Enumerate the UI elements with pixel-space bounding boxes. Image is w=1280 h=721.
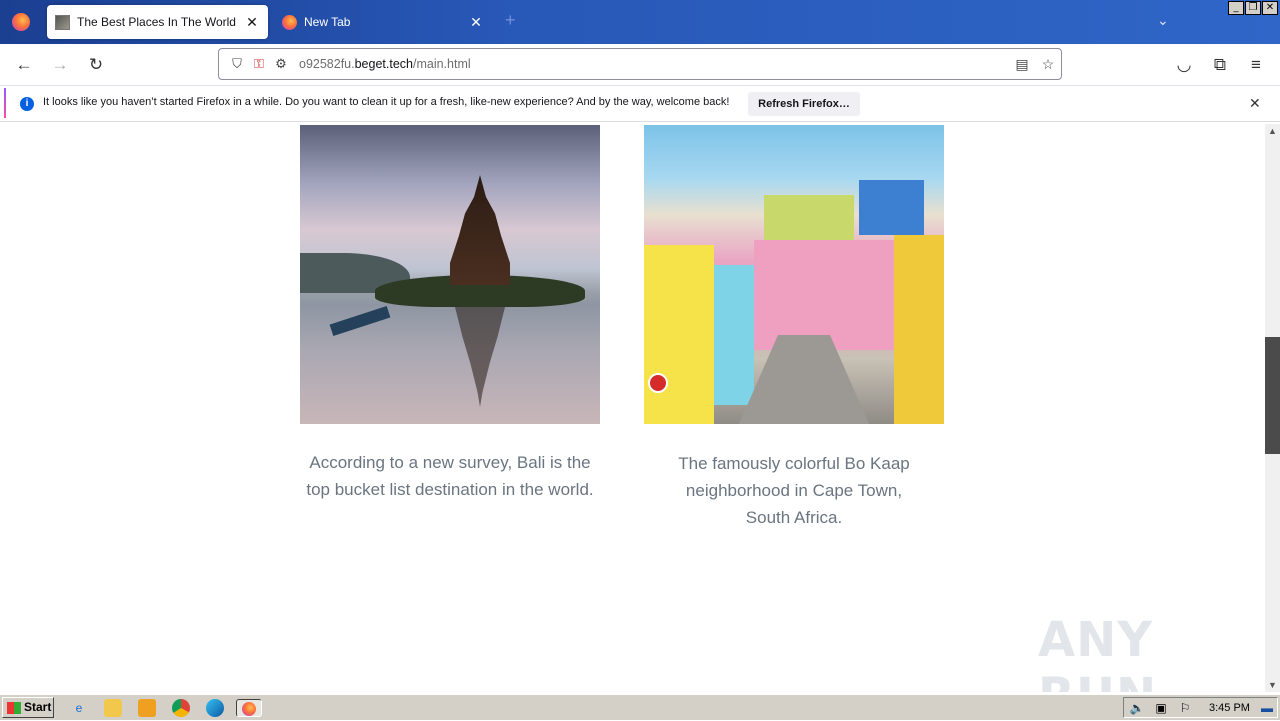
url-bar[interactable]: ⛉ ⚿ ⚙ o92582fu.beget.tech/main.html ▤ ☆ — [218, 48, 1062, 80]
internet-explorer-icon[interactable]: e — [70, 699, 88, 717]
start-button[interactable]: Start — [2, 697, 54, 718]
minimize-button[interactable]: _ — [1228, 1, 1244, 15]
building-shape — [644, 245, 714, 424]
close-window-button[interactable]: ✕ — [1262, 1, 1278, 15]
tab-title: New Tab — [304, 15, 351, 29]
url-domain: beget.tech — [354, 57, 413, 71]
page-scrollbar[interactable]: ▲ ▼ — [1265, 124, 1280, 692]
insecure-lock-icon[interactable]: ⚿ — [249, 54, 269, 74]
windows-flag-icon — [7, 701, 21, 714]
url-path: /main.html — [413, 57, 471, 71]
tab-new-tab[interactable]: New Tab ✕ — [274, 5, 492, 39]
boat-shape — [329, 306, 391, 336]
building-shape — [714, 265, 754, 405]
tracking-protection-shield-icon[interactable]: ⛉ — [227, 54, 247, 74]
new-tab-plus-icon[interactable]: + — [505, 10, 516, 31]
network-icon[interactable]: ▣ — [1152, 699, 1170, 717]
restore-button[interactable]: ❐ — [1245, 1, 1261, 15]
building-shape — [894, 235, 944, 424]
info-icon: i — [20, 97, 34, 111]
close-notification-icon[interactable]: ✕ — [1249, 95, 1261, 112]
stop-sign-shape — [648, 373, 668, 393]
list-all-tabs-icon[interactable]: ⌄ — [1157, 12, 1169, 29]
clock: 3:45 PM — [1209, 702, 1250, 714]
bali-temple-image — [300, 125, 600, 424]
firefox-icon — [242, 702, 256, 716]
close-tab-icon[interactable]: ✕ — [468, 14, 484, 31]
bookmark-star-icon[interactable]: ☆ — [1035, 56, 1061, 73]
destination-card-bokaap: The famously colorful Bo Kaap neighborho… — [644, 125, 944, 531]
notification-accent — [4, 88, 6, 118]
pagoda-shape — [450, 175, 510, 285]
site-favicon-icon — [55, 14, 70, 30]
scrollbar-thumb[interactable] — [1265, 337, 1280, 454]
bo-kaap-street-image — [644, 125, 944, 424]
reload-button[interactable]: ↻ — [84, 54, 108, 76]
scroll-down-icon[interactable]: ▼ — [1268, 680, 1277, 690]
navigation-toolbar: ← → ↻ ⛉ ⚿ ⚙ o92582fu.beget.tech/main.htm… — [0, 44, 1280, 86]
refresh-notification-bar: i It looks like you haven’t started Fire… — [0, 86, 1280, 122]
system-tray: 🔈 ▣ ⚐ ▬ — [1123, 697, 1278, 718]
url-text[interactable]: o92582fu.beget.tech/main.html — [299, 57, 1009, 71]
title-bar: The Best Places In The World ✕ New Tab ✕… — [0, 0, 1280, 44]
firefox-view-button[interactable] — [0, 0, 42, 44]
pocket-icon[interactable]: ◡ — [1172, 54, 1196, 76]
bokaap-caption: The famously colorful Bo Kaap neighborho… — [678, 454, 910, 527]
scroll-up-icon[interactable]: ▲ — [1268, 126, 1277, 136]
building-shape — [754, 240, 894, 350]
forward-button[interactable]: → — [48, 54, 72, 76]
media-player-icon[interactable] — [138, 699, 156, 717]
firefox-taskbar-button[interactable] — [236, 699, 262, 717]
firefox-favicon-icon — [282, 14, 297, 30]
destination-card-bali: According to a new survey, Bali is the t… — [300, 125, 600, 503]
back-button[interactable]: ← — [12, 54, 36, 76]
tab-best-places[interactable]: The Best Places In The World ✕ — [47, 5, 268, 39]
edge-icon[interactable] — [206, 699, 224, 717]
start-label: Start — [24, 700, 52, 714]
show-desktop-icon[interactable]: ▬ — [1258, 699, 1276, 717]
chrome-icon[interactable] — [172, 699, 190, 717]
building-shape — [764, 195, 854, 240]
reflection-shape — [455, 307, 505, 407]
reader-view-icon[interactable]: ▤ — [1009, 56, 1035, 73]
speaker-icon[interactable]: 🔈 — [1128, 699, 1146, 717]
tab-title: The Best Places In The World — [77, 15, 236, 29]
url-prefix: o92582fu. — [299, 57, 355, 71]
firefox-icon — [12, 13, 30, 31]
page-content: According to a new survey, Bali is the t… — [0, 124, 1265, 692]
notification-message: It looks like you haven’t started Firefo… — [43, 96, 730, 108]
flag-icon[interactable]: ⚐ — [1176, 699, 1194, 717]
folder-icon[interactable] — [104, 699, 122, 717]
building-shape — [859, 180, 924, 235]
app-menu-icon[interactable]: ≡ — [1244, 54, 1268, 76]
windows-taskbar: Start e 🔈 ▣ ⚐ ▬ 3:45 PM — [0, 694, 1280, 720]
bali-caption: According to a new survey, Bali is the t… — [306, 453, 594, 499]
extensions-icon[interactable]: ⧉ — [1208, 54, 1232, 76]
anyrun-watermark: ANY RUN — [1038, 612, 1156, 692]
refresh-firefox-button[interactable]: Refresh Firefox… — [748, 92, 860, 116]
close-tab-icon[interactable]: ✕ — [244, 14, 260, 31]
permissions-icon[interactable]: ⚙ — [271, 54, 291, 74]
